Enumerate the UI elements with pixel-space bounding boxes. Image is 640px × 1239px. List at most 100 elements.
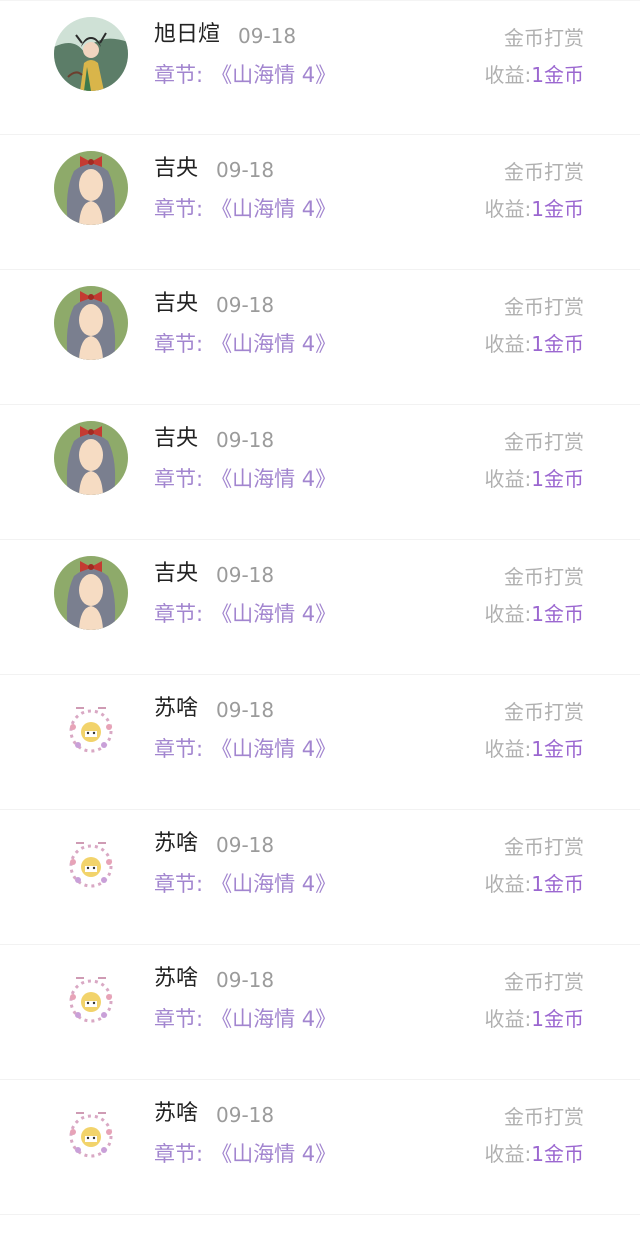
chapter-title: 《山海情 4》 <box>211 1007 337 1031</box>
chapter-label: 章节: <box>154 872 204 896</box>
income-value: 1金币 <box>531 63 584 87</box>
income-label: 收益: <box>484 197 532 221</box>
reward-record-row[interactable]: 吉央 09-18 章节: 《山海情 4》 金币打赏 收益:1金币 <box>0 540 640 675</box>
income-label: 收益: <box>484 467 532 491</box>
chapter-title: 《山海情 4》 <box>211 63 337 87</box>
reward-record-row[interactable]: 苏啥 09-18 章节: 《山海情 4》 金币打赏 收益:1金币 <box>0 945 640 1080</box>
flower-wreath-avatar[interactable] <box>54 961 128 1035</box>
reward-type: 金币打赏 <box>504 835 584 859</box>
record-date: 09-18 <box>238 24 297 48</box>
chapter-label: 章节: <box>154 63 204 87</box>
income-value: 1金币 <box>531 602 584 626</box>
chapter-title: 《山海情 4》 <box>211 197 337 221</box>
record-date: 09-18 <box>216 833 275 857</box>
chapter-info[interactable]: 章节: 《山海情 4》 <box>154 733 336 765</box>
flower-wreath-avatar[interactable] <box>54 1096 128 1170</box>
record-date: 09-18 <box>216 968 275 992</box>
reward-record-row[interactable]: 苏啥 09-18 章节: 《山海情 4》 金币打赏 收益:1金币 <box>0 810 640 945</box>
reward-record-row[interactable]: 苏啥 09-18 章节: 《山海情 4》 金币打赏 收益:1金币 <box>0 1080 640 1215</box>
income-value: 1金币 <box>531 197 584 221</box>
chapter-info[interactable]: 章节: 《山海情 4》 <box>154 193 336 225</box>
chapter-title: 《山海情 4》 <box>211 1142 337 1166</box>
chapter-info[interactable]: 章节: 《山海情 4》 <box>154 1138 336 1170</box>
income-value: 1金币 <box>531 872 584 896</box>
user-name: 苏啥 <box>154 831 199 856</box>
income-info: 收益:1金币 <box>485 59 584 91</box>
chapter-info[interactable]: 章节: 《山海情 4》 <box>154 328 336 360</box>
income-label: 收益: <box>484 63 532 87</box>
record-date: 09-18 <box>216 563 275 587</box>
chapter-label: 章节: <box>154 1007 204 1031</box>
user-name: 吉央 <box>154 291 199 316</box>
income-info: 收益:1金币 <box>485 868 584 900</box>
reward-type: 金币打赏 <box>504 430 584 454</box>
chapter-label: 章节: <box>154 467 204 491</box>
chapter-title: 《山海情 4》 <box>211 872 337 896</box>
user-name: 吉央 <box>154 426 199 451</box>
reward-record-row[interactable]: 吉央 09-18 章节: 《山海情 4》 金币打赏 收益:1金币 <box>0 135 640 270</box>
user-name: 苏啥 <box>154 696 199 721</box>
painted-woman-avatar[interactable] <box>54 17 128 91</box>
reward-type: 金币打赏 <box>504 26 584 50</box>
chapter-info[interactable]: 章节: 《山海情 4》 <box>154 463 336 495</box>
income-value: 1金币 <box>531 1007 584 1031</box>
reward-type: 金币打赏 <box>504 700 584 724</box>
girl-with-bow-avatar[interactable] <box>54 421 128 495</box>
chapter-title: 《山海情 4》 <box>211 602 337 626</box>
reward-record-row[interactable]: 吉央 09-18 章节: 《山海情 4》 金币打赏 收益:1金币 <box>0 270 640 405</box>
reward-type: 金币打赏 <box>504 970 584 994</box>
record-date: 09-18 <box>216 293 275 317</box>
chapter-title: 《山海情 4》 <box>211 332 337 356</box>
user-name: 苏啥 <box>154 966 199 991</box>
chapter-info[interactable]: 章节: 《山海情 4》 <box>154 868 336 900</box>
user-name: 苏啥 <box>154 1101 199 1126</box>
reward-record-row[interactable]: 吉央 09-18 章节: 《山海情 4》 金币打赏 收益:1金币 <box>0 405 640 540</box>
income-label: 收益: <box>484 1007 532 1031</box>
income-value: 1金币 <box>531 332 584 356</box>
record-date: 09-18 <box>216 698 275 722</box>
income-value: 1金币 <box>531 737 584 761</box>
reward-type: 金币打赏 <box>504 565 584 589</box>
reward-type: 金币打赏 <box>504 160 584 184</box>
record-date: 09-18 <box>216 428 275 452</box>
income-label: 收益: <box>484 1142 532 1166</box>
chapter-info[interactable]: 章节: 《山海情 4》 <box>154 59 336 91</box>
income-label: 收益: <box>484 332 532 356</box>
flower-wreath-avatar[interactable] <box>54 826 128 900</box>
user-name: 吉央 <box>154 156 199 181</box>
income-info: 收益:1金币 <box>485 1003 584 1035</box>
chapter-label: 章节: <box>154 602 204 626</box>
reward-type: 金币打赏 <box>504 1105 584 1129</box>
reward-record-list: 旭日煊 09-18 章节: 《山海情 4》 金币打赏 收益:1金币 吉央 09-1… <box>0 0 640 1215</box>
chapter-label: 章节: <box>154 332 204 356</box>
income-label: 收益: <box>484 737 532 761</box>
reward-record-row[interactable]: 苏啥 09-18 章节: 《山海情 4》 金币打赏 收益:1金币 <box>0 675 640 810</box>
reward-record-row[interactable]: 旭日煊 09-18 章节: 《山海情 4》 金币打赏 收益:1金币 <box>0 0 640 135</box>
chapter-info[interactable]: 章节: 《山海情 4》 <box>154 598 336 630</box>
flower-wreath-avatar[interactable] <box>54 691 128 765</box>
record-date: 09-18 <box>216 1103 275 1127</box>
chapter-info[interactable]: 章节: 《山海情 4》 <box>154 1003 336 1035</box>
chapter-title: 《山海情 4》 <box>211 467 337 491</box>
income-value: 1金币 <box>531 1142 584 1166</box>
user-name: 吉央 <box>154 561 199 586</box>
income-value: 1金币 <box>531 467 584 491</box>
income-info: 收益:1金币 <box>485 193 584 225</box>
income-info: 收益:1金币 <box>485 598 584 630</box>
income-info: 收益:1金币 <box>485 463 584 495</box>
user-name: 旭日煊 <box>154 22 221 47</box>
chapter-label: 章节: <box>154 1142 204 1166</box>
income-info: 收益:1金币 <box>485 733 584 765</box>
record-date: 09-18 <box>216 158 275 182</box>
chapter-title: 《山海情 4》 <box>211 737 337 761</box>
girl-with-bow-avatar[interactable] <box>54 556 128 630</box>
girl-with-bow-avatar[interactable] <box>54 286 128 360</box>
chapter-label: 章节: <box>154 197 204 221</box>
reward-type: 金币打赏 <box>504 295 584 319</box>
girl-with-bow-avatar[interactable] <box>54 151 128 225</box>
chapter-label: 章节: <box>154 737 204 761</box>
income-info: 收益:1金币 <box>485 1138 584 1170</box>
income-label: 收益: <box>484 872 532 896</box>
income-info: 收益:1金币 <box>485 328 584 360</box>
income-label: 收益: <box>484 602 532 626</box>
